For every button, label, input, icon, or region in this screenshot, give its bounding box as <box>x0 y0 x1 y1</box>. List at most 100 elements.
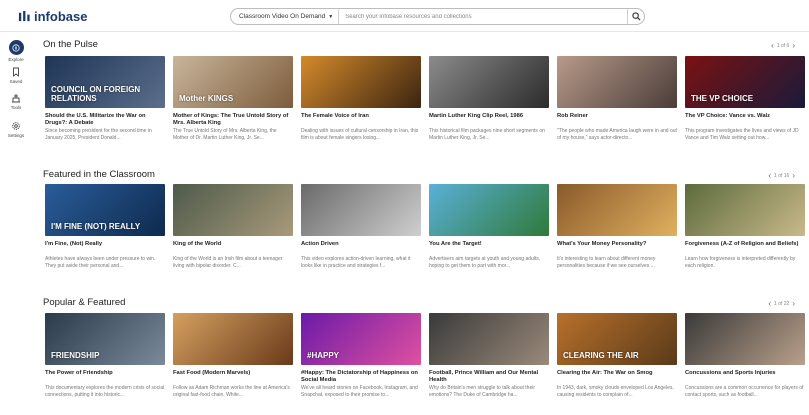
video-thumbnail[interactable] <box>557 56 677 108</box>
sidebar-nav: Explore Saved Tools Settings <box>0 33 32 415</box>
video-description: Dealing with issues of cultural censorsh… <box>301 128 419 141</box>
video-description: The True Untold Story of Mrs. Alberta Ki… <box>173 128 277 141</box>
thumbnail-overlay-text: #HAPPY <box>307 351 340 360</box>
video-card[interactable]: Football, Prince William and Our Mental … <box>429 313 549 398</box>
video-title[interactable]: Football, Prince William and Our Mental … <box>429 370 549 384</box>
video-title[interactable]: King of the World <box>173 241 293 255</box>
video-card[interactable]: Martin Luther King Clip Reel, 1986 This h… <box>429 56 549 141</box>
thumbnail-overlay-text: COUNCIL ON FOREIGN RELATIONS <box>51 85 141 103</box>
thumbnail-overlay-text: THE VP CHOICE <box>691 94 754 103</box>
video-description: Advertisers aim targets at youth and you… <box>429 256 541 269</box>
video-card[interactable]: THE VP CHOICE The VP Choice: Vance vs. Wa… <box>685 56 805 141</box>
sidebar-item-label: Saved <box>9 79 23 84</box>
carousel-pager: ‹ 1 of 6 › <box>771 41 795 50</box>
carousel-pager: ‹ 1 of 22 › <box>768 299 795 308</box>
section-title-on-the-pulse: On the Pulse <box>43 39 98 50</box>
video-card[interactable]: Forgiveness (A-Z of Religion and Beliefs… <box>685 184 805 269</box>
video-card[interactable]: Action Driven This video explores action-… <box>301 184 421 269</box>
chevron-left-icon[interactable]: ‹ <box>768 299 771 308</box>
video-card[interactable]: You Are the Target! Advertisers aim targe… <box>429 184 549 269</box>
video-thumbnail[interactable]: #HAPPY <box>301 313 421 365</box>
video-title[interactable]: The Female Voice of Iran <box>301 113 421 127</box>
carousel-page-count: 1 of 6 <box>776 42 790 49</box>
infobase-logo[interactable]: infobase <box>18 9 87 24</box>
video-card[interactable]: FRIENDSHIP The Power of Friendship This do… <box>45 313 165 398</box>
sidebar-item-saved[interactable]: Saved <box>0 67 32 84</box>
video-thumbnail[interactable]: THE VP CHOICE <box>685 56 805 108</box>
video-description: This documentary explores the modern cri… <box>45 385 165 398</box>
video-thumbnail[interactable] <box>301 56 421 108</box>
video-title[interactable]: Action Driven <box>301 241 421 255</box>
video-thumbnail[interactable] <box>685 313 805 365</box>
video-thumbnail[interactable]: FRIENDSHIP <box>45 313 165 365</box>
chevron-left-icon[interactable]: ‹ <box>768 171 771 180</box>
video-title[interactable]: Mother of Kings: The True Untold Story o… <box>173 113 293 127</box>
collection-dropdown[interactable]: Classroom Video On Demand ▼ <box>231 9 340 24</box>
video-title[interactable]: Rob Reiner <box>557 113 677 127</box>
video-card[interactable]: Mother KINGS Mother of Kings: The True Un… <box>173 56 293 141</box>
video-description: This program investigates the lives and … <box>685 128 799 141</box>
video-title[interactable]: Forgiveness (A-Z of Religion and Beliefs… <box>685 241 805 255</box>
video-thumbnail[interactable] <box>429 56 549 108</box>
section-title-popular: Popular & Featured <box>43 297 126 308</box>
video-thumbnail[interactable] <box>301 184 421 236</box>
thumbnail-overlay-text: FRIENDSHIP <box>51 351 100 360</box>
sidebar-item-settings[interactable]: Settings <box>0 121 32 138</box>
video-description: Concussions are a common occurrence for … <box>685 385 804 398</box>
video-description: We've all heard stories on Facebook, Ins… <box>301 385 418 398</box>
sidebar-item-tools[interactable]: Tools <box>0 93 32 110</box>
search-input[interactable] <box>339 9 627 24</box>
video-title[interactable]: The VP Choice: Vance vs. Walz <box>685 113 805 127</box>
video-card[interactable]: COUNCIL ON FOREIGN RELATIONS Should the U… <box>45 56 165 141</box>
video-description: "The people who made America laugh were … <box>557 128 677 141</box>
video-card[interactable]: The Female Voice of Iran Dealing with iss… <box>301 56 421 141</box>
video-thumbnail[interactable] <box>173 313 293 365</box>
video-description: Follow as Adam Richman works the line at… <box>173 385 290 398</box>
video-description: Since becoming president for the second … <box>45 128 152 141</box>
video-description: Learn how forgiveness is interpreted dif… <box>685 256 796 269</box>
chevron-right-icon[interactable]: › <box>792 299 795 308</box>
video-thumbnail[interactable] <box>173 184 293 236</box>
video-thumbnail[interactable]: Mother KINGS <box>173 56 293 108</box>
video-description: This video explores action-driven learni… <box>301 256 411 269</box>
video-title[interactable]: The Power of Friendship <box>45 370 165 384</box>
top-bar: infobase Classroom Video On Demand ▼ <box>0 0 809 32</box>
video-title[interactable]: Martin Luther King Clip Reel, 1986 <box>429 113 549 127</box>
carousel-page-count: 1 of 16 <box>774 172 790 179</box>
chevron-right-icon[interactable]: › <box>792 41 795 50</box>
video-thumbnail[interactable] <box>429 313 549 365</box>
sidebar-item-explore[interactable]: Explore <box>0 40 32 62</box>
video-thumbnail[interactable] <box>685 184 805 236</box>
video-card[interactable]: King of the World King of the World is an… <box>173 184 293 269</box>
video-card[interactable]: #HAPPY #Happy: The Dictatorship of Happin… <box>301 313 421 398</box>
video-title[interactable]: What's Your Money Personality? <box>557 241 677 255</box>
video-card[interactable]: Fast Food (Modern Marvels) Follow as Adam… <box>173 313 293 398</box>
chevron-left-icon[interactable]: ‹ <box>771 41 774 50</box>
video-thumbnail[interactable]: CLEARING THE AIR <box>557 313 677 365</box>
video-title[interactable]: You Are the Target! <box>429 241 549 255</box>
video-title[interactable]: I'm Fine, (Not) Really <box>45 241 165 255</box>
video-title[interactable]: Fast Food (Modern Marvels) <box>173 370 293 384</box>
carousel-row-featured: I'M FINE (NOT) REALLY I'm Fine, (Not) Rea… <box>45 184 805 269</box>
sidebar-item-label: Explore <box>8 57 24 62</box>
search-button[interactable] <box>627 9 644 24</box>
bookmark-icon <box>13 67 19 77</box>
chevron-right-icon[interactable]: › <box>792 171 795 180</box>
video-card[interactable]: Concussions and Sports Injuries Concussio… <box>685 313 805 398</box>
video-title[interactable]: Should the U.S. Militarize the War on Dr… <box>45 113 165 127</box>
video-description: Why do Britain's men struggle to talk ab… <box>429 385 536 398</box>
video-thumbnail[interactable]: COUNCIL ON FOREIGN RELATIONS <box>45 56 165 108</box>
thumbnail-overlay-text: CLEARING THE AIR <box>563 351 639 360</box>
video-card[interactable]: I'M FINE (NOT) REALLY I'm Fine, (Not) Rea… <box>45 184 165 269</box>
video-card[interactable]: What's Your Money Personality? It's inter… <box>557 184 677 269</box>
video-thumbnail[interactable] <box>429 184 549 236</box>
video-card[interactable]: CLEARING THE AIR Clearing the Air: The Wa… <box>557 313 677 398</box>
video-description: King of the World is an Irish film about… <box>173 256 283 269</box>
video-thumbnail[interactable] <box>557 184 677 236</box>
video-title[interactable]: #Happy: The Dictatorship of Happiness on… <box>301 370 421 384</box>
sidebar-item-label: Tools <box>10 105 22 110</box>
video-title[interactable]: Clearing the Air: The War on Smog <box>557 370 677 384</box>
video-thumbnail[interactable]: I'M FINE (NOT) REALLY <box>45 184 165 236</box>
video-title[interactable]: Concussions and Sports Injuries <box>685 370 805 384</box>
video-card[interactable]: Rob Reiner "The people who made America l… <box>557 56 677 141</box>
